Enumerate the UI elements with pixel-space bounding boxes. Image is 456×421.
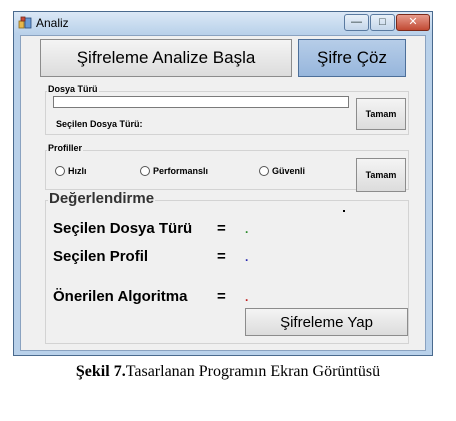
- profiles-group-label: Profiller: [47, 143, 84, 153]
- profile-ok-button[interactable]: Tamam: [356, 158, 406, 192]
- file-type-ok-button[interactable]: Tamam: [356, 98, 406, 130]
- maximize-icon: □: [379, 16, 386, 28]
- encrypt-button[interactable]: Şifreleme Yap: [245, 308, 408, 336]
- title-bar[interactable]: Analiz — □ ✕: [14, 12, 432, 34]
- app-icon: [18, 16, 32, 29]
- radio-circle-icon: [259, 166, 269, 176]
- stray-dot: [343, 210, 345, 212]
- radio-guvenli[interactable]: Güvenli: [259, 166, 305, 176]
- selected-file-type-row-label: Seçilen Dosya Türü: [53, 220, 193, 237]
- minimize-icon: —: [351, 16, 362, 28]
- selected-file-type-label: Seçilen Dosya Türü:: [56, 119, 143, 129]
- radio-circle-icon: [55, 166, 65, 176]
- client-area: Şifreleme Analize Başla Şifre Çöz Dosya …: [20, 35, 426, 351]
- radio-guvenli-label: Güvenli: [272, 166, 306, 176]
- equals-sign: =: [217, 288, 226, 305]
- caption-prefix: Şekil 7.: [75, 363, 126, 380]
- profiles-group: [45, 150, 409, 190]
- file-type-input[interactable]: [53, 96, 349, 108]
- start-analysis-button[interactable]: Şifreleme Analize Başla: [40, 39, 292, 77]
- figure-caption: Şekil 7.Tasarlanan Programın Ekran Görün…: [0, 363, 456, 381]
- radio-hizli[interactable]: Hızlı: [55, 166, 87, 176]
- maximize-button[interactable]: □: [370, 14, 395, 31]
- selected-file-type-value: .: [245, 222, 249, 236]
- radio-circle-icon: [140, 166, 150, 176]
- recommended-algorithm-row-label: Önerilen Algoritma: [53, 288, 188, 305]
- selected-profile-value: .: [245, 250, 249, 264]
- decrypt-button[interactable]: Şifre Çöz: [298, 39, 406, 77]
- selected-profile-row-label: Seçilen Profil: [53, 248, 149, 265]
- radio-performansli-label: Performanslı: [153, 166, 209, 176]
- radio-performansli[interactable]: Performanslı: [140, 166, 208, 176]
- equals-sign: =: [217, 220, 226, 237]
- caption-text: Tasarlanan Programın Ekran Görüntüsü: [125, 363, 381, 380]
- minimize-button[interactable]: —: [344, 14, 369, 31]
- close-button[interactable]: ✕: [396, 14, 430, 31]
- evaluation-title: Değerlendirme: [48, 190, 156, 207]
- window-title: Analiz: [36, 16, 69, 30]
- equals-sign: =: [217, 248, 226, 265]
- recommended-algorithm-value: .: [245, 290, 249, 304]
- close-icon: ✕: [408, 16, 418, 28]
- radio-hizli-label: Hızlı: [68, 166, 87, 176]
- analiz-window: Analiz — □ ✕ Şifreleme Analize Başla Şif…: [13, 11, 433, 356]
- file-type-group-label: Dosya Türü: [47, 84, 99, 94]
